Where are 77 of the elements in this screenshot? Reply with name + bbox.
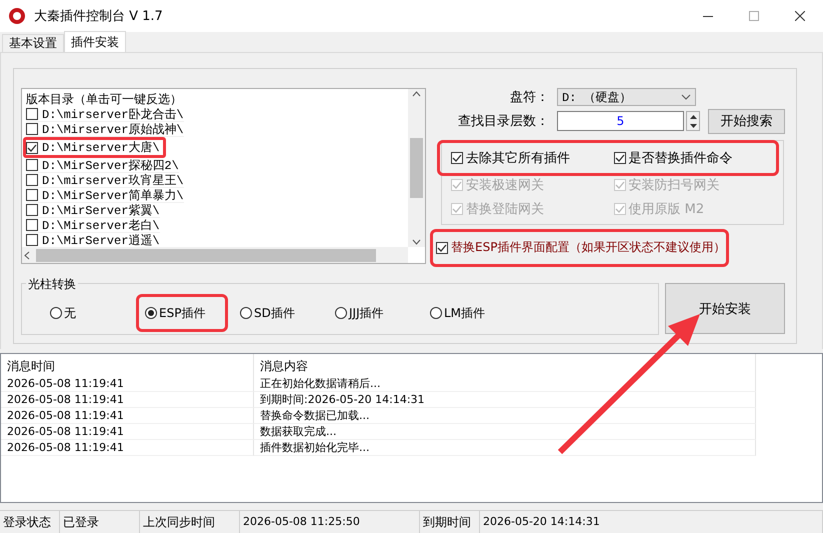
option-label: 替换登陆网关	[466, 200, 544, 218]
radio-label: LM插件	[444, 304, 486, 322]
table-cell: 2026-05-08 11:19:41	[1, 408, 254, 424]
checkbox[interactable]	[26, 142, 38, 154]
vertical-scrollbar[interactable]	[408, 89, 425, 247]
scroll-up-icon[interactable]	[412, 91, 421, 97]
status-text: 已登录	[60, 511, 140, 533]
directory-path[interactable]: D:\mirserver卧龙合击\	[42, 106, 184, 122]
status-text: 登录状态	[0, 511, 60, 533]
search-depth-label: 查找目录层数：	[457, 113, 550, 130]
radio-button[interactable]	[145, 307, 157, 319]
scrollbar-thumb[interactable]	[36, 248, 376, 262]
directory-path[interactable]: D:\mirserver玖宵星王\	[42, 172, 184, 188]
checkbox[interactable]	[614, 152, 626, 164]
scroll-down-icon[interactable]	[412, 239, 421, 245]
option-label: 是否替换插件命令	[628, 150, 732, 167]
option-label: 替换ESP插件界面配置（如果开区状态不建议使用）	[451, 239, 726, 256]
search-button[interactable]: 开始搜索	[708, 108, 785, 134]
tab[interactable]: 基本设置	[2, 34, 64, 52]
drive-dropdown[interactable]: D: （硬盘）	[557, 88, 696, 106]
list-header: 版本目录（单击可一键反选）	[26, 91, 183, 107]
status-text: 2026-05-20 14:14:31	[480, 511, 823, 533]
table-cell: 插件数据初始化完毕...	[254, 440, 756, 456]
table-cell: 替换命令数据已加载...	[254, 408, 756, 424]
radio-label: SD插件	[254, 304, 295, 322]
caret-icon[interactable]	[681, 94, 691, 100]
checkbox[interactable]	[26, 123, 38, 135]
radio-label: ESP插件	[159, 304, 206, 322]
table-cell: 2026-05-08 11:19:41	[1, 424, 254, 440]
window-title: 大秦插件控制台 V 1.7	[34, 8, 163, 25]
search-depth-field[interactable]: 5	[557, 111, 684, 132]
status-text: 上次同步时间	[140, 511, 240, 533]
table-cell: 正在初始化数据请稍后...	[254, 376, 756, 392]
checkbox[interactable]	[451, 152, 463, 164]
radio-button[interactable]	[50, 307, 62, 319]
column-header: 消息内容	[254, 354, 756, 376]
table-cell: 2026-05-08 11:19:41	[1, 440, 254, 456]
scrollbar-thumb[interactable]	[410, 138, 423, 198]
checkbox[interactable]	[26, 219, 38, 231]
checkbox[interactable]	[26, 189, 38, 201]
group-title: 光柱转换	[26, 276, 78, 293]
directory-path[interactable]: D:\MirServer探秘四2\	[42, 156, 179, 174]
checkbox[interactable]	[26, 159, 38, 171]
table-cell: 2026-05-08 11:19:41	[1, 376, 254, 392]
option-label: 使用原版 M2	[628, 200, 704, 218]
column-header: 消息时间	[1, 354, 254, 376]
directory-path[interactable]: D:\MirServer简单暴力\	[42, 186, 184, 204]
checkbox[interactable]	[26, 204, 38, 216]
checkbox[interactable]	[436, 242, 448, 254]
option-label: 安装极速网关	[466, 176, 544, 194]
table-cell: 2026-05-08 11:19:41	[1, 392, 254, 408]
scroll-left-icon[interactable]	[24, 250, 30, 260]
horizontal-scrollbar[interactable]	[22, 247, 408, 263]
option-label: 去除其它所有插件	[466, 150, 570, 167]
table-cell: 到期时间:2026-05-20 14:14:31	[254, 392, 756, 408]
spinner-arrows-icon[interactable]	[686, 111, 700, 132]
directory-path[interactable]: D:\MirServer紫翼\	[42, 202, 160, 218]
checkbox[interactable]	[26, 174, 38, 186]
directory-path[interactable]: D:\MirServer逍遥\	[42, 232, 160, 247]
table-cell: 数据获取完成...	[254, 424, 756, 440]
tab[interactable]: 插件安装	[64, 31, 126, 52]
radio-label: JJJ插件	[349, 304, 384, 322]
drive-label: 盘符：	[509, 89, 550, 106]
option-label: 安装防扫号网关	[628, 176, 720, 194]
close-icon[interactable]	[795, 11, 805, 21]
checkbox[interactable]	[26, 234, 38, 246]
radio-button[interactable]	[335, 307, 347, 319]
checkbox[interactable]	[26, 108, 38, 120]
directory-path[interactable]: D:\Mirserver原始战神\	[42, 120, 184, 138]
install-button[interactable]: 开始安装	[665, 283, 785, 334]
app-logo-icon	[8, 7, 26, 25]
status-text: 2026-05-08 11:25:50	[240, 511, 420, 533]
radio-button[interactable]	[240, 307, 252, 319]
radio-button[interactable]	[430, 307, 442, 319]
status-text: 到期时间	[420, 511, 480, 533]
radio-label: 无	[64, 304, 76, 322]
directory-path[interactable]: D:\Mirserver老白\	[42, 216, 160, 234]
